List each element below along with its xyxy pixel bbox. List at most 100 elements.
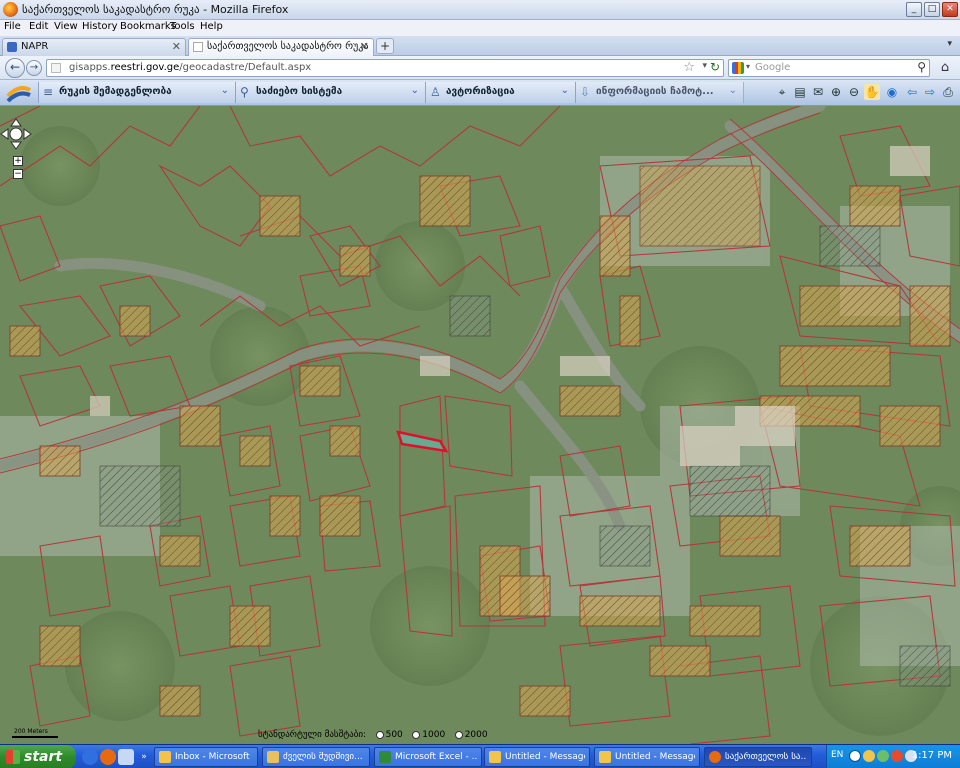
download-info-dropdown[interactable]: ⇩ ინფორმაციის ჩამოტ... ⌄ xyxy=(576,82,744,103)
pan-hand-tool-icon[interactable]: ✋ xyxy=(864,84,880,100)
tray-network-icon[interactable] xyxy=(877,750,889,762)
globe-tool-icon[interactable]: ◉ xyxy=(884,84,900,100)
chevron-down-icon: ⌄ xyxy=(220,85,229,96)
task-message-1[interactable]: Untitled - Message... xyxy=(484,747,590,767)
tab-close-icon[interactable]: ✕ xyxy=(172,40,181,53)
search-input[interactable]: Google xyxy=(755,62,790,73)
zoom-out-button[interactable]: − xyxy=(13,169,23,179)
back-button[interactable]: ← xyxy=(5,58,25,78)
task-firefox-cadastre[interactable]: საქართველოს სა... xyxy=(704,747,812,767)
radio-icon[interactable] xyxy=(454,730,463,739)
bookmark-star-icon[interactable]: ☆ xyxy=(683,60,695,75)
windows-flag-icon xyxy=(6,750,20,764)
search-icon: ⚲ xyxy=(240,85,249,99)
previous-extent-icon[interactable]: ⇦ xyxy=(904,84,920,100)
zoom-in-button[interactable]: + xyxy=(13,156,23,166)
quicklaunch-more-icon[interactable]: » xyxy=(136,749,152,765)
scale-option-500[interactable]: 500 xyxy=(375,730,403,740)
task-excel[interactable]: Microsoft Excel - ... xyxy=(374,747,482,767)
menu-help[interactable]: Help xyxy=(200,21,223,32)
zoom-in-tool-icon[interactable]: ⊕ xyxy=(828,84,844,100)
tray-security-icon[interactable] xyxy=(891,750,903,762)
search-icon[interactable]: ⚲ xyxy=(917,60,926,74)
task-folder[interactable]: ძველის მუდმივი... xyxy=(262,747,370,767)
firefox-icon xyxy=(709,751,721,763)
tab-napr[interactable]: NAPR ✕ xyxy=(2,38,186,56)
url-text: gisapps.reestri.gov.ge/geocadastre/Defau… xyxy=(69,62,312,73)
excel-icon xyxy=(379,751,391,763)
scale-option-2000[interactable]: 2000 xyxy=(454,730,488,740)
menu-view[interactable]: View xyxy=(54,21,78,32)
start-button[interactable]: start xyxy=(0,745,76,768)
tray-messenger-icon[interactable] xyxy=(863,750,875,762)
identify-tool-icon[interactable]: ⌖ xyxy=(774,84,790,100)
mail-tool-icon[interactable]: ✉ xyxy=(810,84,826,100)
layers-icon: ≡ xyxy=(43,85,54,99)
new-tab-button[interactable]: + xyxy=(376,38,394,54)
system-tray: EN 1:17 PM xyxy=(826,745,960,768)
forward-button[interactable]: → xyxy=(26,60,42,76)
outlook-icon xyxy=(159,751,171,763)
google-engine-icon[interactable] xyxy=(732,62,744,74)
napr-logo-icon xyxy=(6,86,31,103)
pan-control-icon[interactable] xyxy=(0,118,32,150)
menu-history[interactable]: History xyxy=(82,21,118,32)
search-bar[interactable]: ▾ Google ⚲ xyxy=(728,59,930,77)
site-identity-icon[interactable] xyxy=(51,63,61,73)
search-engine-dropdown-icon[interactable]: ▾ xyxy=(746,62,750,71)
app-toolbar: ≡ რუკის შემადგენლობა ⌄ ⚲ საძიებო სისტემა… xyxy=(0,80,960,106)
radio-icon[interactable] xyxy=(412,730,421,739)
dropdown-label: ინფორმაციის ჩამოტ... xyxy=(596,86,714,97)
language-indicator[interactable]: EN xyxy=(831,750,843,760)
url-dropdown-icon[interactable]: ▾ xyxy=(702,61,707,71)
scale-bar-label: 200 Meters xyxy=(14,728,48,735)
tab-list-chevron-icon[interactable]: ▾ xyxy=(947,39,952,49)
task-message-2[interactable]: Untitled - Message... xyxy=(594,747,700,767)
zoom-out-tool-icon[interactable]: ⊖ xyxy=(846,84,862,100)
radio-icon[interactable] xyxy=(375,730,384,739)
clock[interactable]: 1:17 PM xyxy=(912,750,952,761)
chevron-down-icon: ⌄ xyxy=(728,85,737,96)
menu-bookmarks[interactable]: Bookmarks xyxy=(120,21,176,32)
page-favicon-icon xyxy=(193,42,203,52)
dropdown-label: ავტორიზაცია xyxy=(446,86,515,97)
firefox-quicklaunch-icon[interactable] xyxy=(100,749,116,765)
home-button[interactable]: ⌂ xyxy=(936,59,954,77)
search-system-dropdown[interactable]: ⚲ საძიებო სისტემა ⌄ xyxy=(236,82,426,103)
print-tool-icon[interactable]: ⎙ xyxy=(940,84,956,100)
dropdown-label: რუკის შემადგენლობა xyxy=(59,86,172,97)
window-title-bar[interactable]: საქართველოს საკადასტრო რუკა - Mozilla Fi… xyxy=(0,0,960,20)
firefox-logo-icon xyxy=(3,2,18,17)
tab-bar: NAPR ✕ საქართველოს საკადასტრო რუკა ✕ + ▾ xyxy=(0,36,960,56)
next-extent-icon[interactable]: ⇨ xyxy=(922,84,938,100)
minimize-button[interactable]: _ xyxy=(906,2,922,17)
ie-quicklaunch-icon[interactable] xyxy=(82,749,98,765)
close-button[interactable]: ✕ xyxy=(942,2,958,17)
menu-tools[interactable]: Tools xyxy=(170,21,195,32)
document-tool-icon[interactable]: ▤ xyxy=(792,84,808,100)
map-canvas[interactable] xyxy=(0,106,960,744)
menu-bar: File Edit View History Bookmarks Tools H… xyxy=(0,20,960,36)
task-inbox-outlook[interactable]: Inbox - Microsoft ... xyxy=(154,747,258,767)
tab-close-icon[interactable]: ✕ xyxy=(360,40,369,53)
scale-label: სტანდარტული მასშტაბი: xyxy=(258,730,367,740)
tray-app-icon[interactable] xyxy=(849,750,861,762)
tab-cadastre-map[interactable]: საქართველოს საკადასტრო რუკა ✕ xyxy=(188,38,374,56)
chevron-down-icon: ⌄ xyxy=(410,85,419,96)
authorization-dropdown[interactable]: ♙ ავტორიზაცია ⌄ xyxy=(426,82,576,103)
dropdown-label: საძიებო სისტემა xyxy=(256,86,343,97)
map-layers-dropdown[interactable]: ≡ რუკის შემადგენლობა ⌄ xyxy=(38,82,236,103)
maximize-button[interactable]: □ xyxy=(924,2,940,17)
window-title: საქართველოს საკადასტრო რუკა - Mozilla Fi… xyxy=(22,3,289,16)
navigation-bar: ← → gisapps.reestri.gov.ge/geocadastre/D… xyxy=(0,56,960,80)
reload-icon[interactable]: ↻ xyxy=(710,60,720,74)
show-desktop-icon[interactable] xyxy=(118,749,134,765)
menu-edit[interactable]: Edit xyxy=(29,21,48,32)
cadastral-map[interactable]: + − xyxy=(0,106,960,744)
download-icon: ⇩ xyxy=(580,85,591,99)
address-bar[interactable]: gisapps.reestri.gov.ge/geocadastre/Defau… xyxy=(46,59,724,77)
tab-label: NAPR xyxy=(21,41,49,52)
menu-file[interactable]: File xyxy=(4,21,21,32)
scale-option-1000[interactable]: 1000 xyxy=(412,730,445,740)
chevron-down-icon: ⌄ xyxy=(560,85,569,96)
